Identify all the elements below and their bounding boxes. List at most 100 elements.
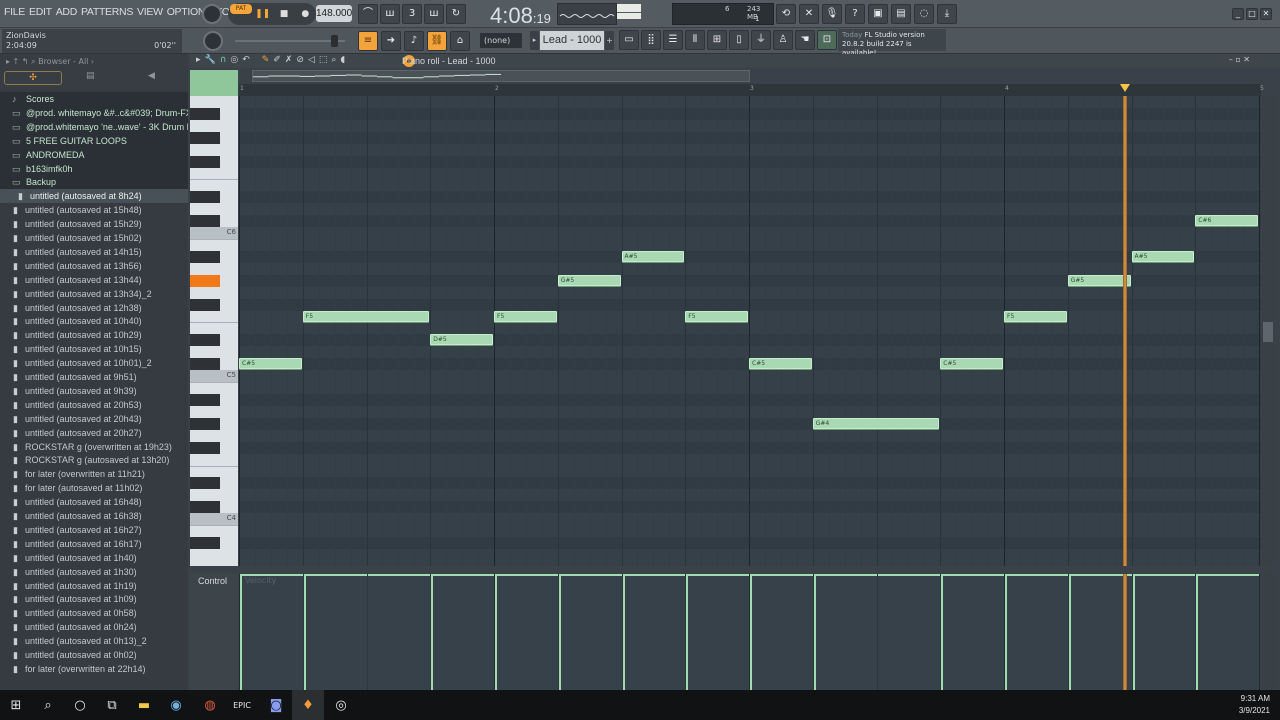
link-icon[interactable]: ⛓ bbox=[427, 31, 447, 51]
windows-start-icon[interactable]: ⊞ bbox=[0, 690, 32, 720]
chrome-icon[interactable]: ◍ bbox=[194, 690, 226, 720]
browser-file[interactable]: ▮ untitled (autosaved at 10h01)_2 bbox=[0, 356, 188, 370]
browser-folder[interactable]: ♪ Scores bbox=[0, 92, 188, 106]
browser-folder[interactable]: ▭ b163imfk0h bbox=[0, 161, 188, 176]
note[interactable]: F5 bbox=[685, 310, 748, 322]
piano-key-black[interactable] bbox=[190, 155, 220, 168]
cart-icon[interactable]: ⊡ bbox=[817, 30, 837, 50]
vertical-scroll-thumb[interactable] bbox=[1263, 322, 1273, 342]
undo-icon[interactable]: ↶ bbox=[242, 55, 250, 65]
mute-tool-icon[interactable]: ⊘ bbox=[296, 55, 304, 65]
playhead-marker[interactable] bbox=[1120, 84, 1131, 92]
browser-file[interactable]: ▮ untitled (autosaved at 1h09) bbox=[0, 592, 188, 606]
close-button[interactable]: ✕ bbox=[1260, 8, 1272, 20]
browser-file[interactable]: ▮ untitled (autosaved at 15h02) bbox=[0, 231, 188, 245]
pattern-selector[interactable]: (none) bbox=[480, 33, 522, 48]
playhead[interactable] bbox=[1123, 574, 1128, 690]
browser-file[interactable]: ▮ untitled (autosaved at 20h43) bbox=[0, 412, 188, 426]
browser-file[interactable]: ▮ untitled (autosaved at 15h29) bbox=[0, 217, 188, 231]
note[interactable]: F5 bbox=[302, 310, 430, 322]
menu-file[interactable]: FILE bbox=[4, 6, 25, 18]
browser-file[interactable]: ▮ untitled (autosaved at 20h27) bbox=[0, 426, 188, 440]
browser-file[interactable]: ▮ untitled (autosaved at 8h24) bbox=[0, 189, 188, 204]
piano-key-black[interactable] bbox=[190, 358, 220, 371]
note[interactable]: C#5 bbox=[749, 358, 812, 370]
wait-input-icon[interactable]: ш bbox=[380, 4, 400, 24]
project-icon[interactable]: ▯ bbox=[729, 30, 749, 50]
hat-icon[interactable]: ⌂ bbox=[450, 31, 470, 51]
browser-file[interactable]: ▮ untitled (autosaved at 0h13)_2 bbox=[0, 634, 188, 648]
piano-key-black[interactable] bbox=[190, 417, 220, 430]
playhead[interactable] bbox=[1123, 96, 1128, 566]
browser-file[interactable]: ▮ for later (autosaved at 11h02) bbox=[0, 481, 188, 495]
playback-tool-icon[interactable]: ◖ bbox=[340, 55, 345, 65]
next-channel-button[interactable]: + bbox=[605, 31, 614, 50]
fl-studio-icon[interactable]: ♦ bbox=[292, 690, 324, 720]
master-volume-knob[interactable] bbox=[202, 4, 222, 24]
browser-file[interactable]: ▮ for later (overwritten at 22h14) bbox=[0, 662, 188, 676]
menu-add[interactable]: ADD bbox=[56, 6, 78, 18]
browser-file[interactable]: ▮ untitled (autosaved at 13h56) bbox=[0, 259, 188, 273]
piano-key-black[interactable] bbox=[190, 250, 220, 263]
browser-file[interactable]: ▮ untitled (autosaved at 0h02) bbox=[0, 648, 188, 662]
menu-patterns[interactable]: PATTERNS bbox=[81, 6, 133, 18]
download-icon[interactable]: ⤓ bbox=[937, 4, 957, 24]
browser-folder[interactable]: ▭ @prod.whitemayo 'ne..wave' - 3K Drum Ki… bbox=[0, 119, 188, 134]
touch-controller-icon[interactable]: ☚ bbox=[795, 30, 815, 50]
system-clock[interactable]: 9:31 AM 3/9/2021 bbox=[1239, 693, 1270, 717]
pr-window-controls[interactable]: – ▫ ✕ bbox=[1229, 55, 1250, 64]
note[interactable]: C#6 bbox=[1195, 215, 1258, 227]
obs-icon[interactable]: ◎ bbox=[325, 690, 357, 720]
velocity-lane[interactable]: Velocity bbox=[239, 574, 1261, 690]
save-icon[interactable]: ▣ bbox=[868, 4, 888, 24]
control-label[interactable]: Control bbox=[198, 576, 227, 586]
zoom-tool-icon[interactable]: ⌕ bbox=[331, 55, 336, 65]
browser-file[interactable]: ▮ untitled (autosaved at 1h19) bbox=[0, 579, 188, 593]
menu-edit[interactable]: EDIT bbox=[29, 6, 52, 18]
piano-roll-icon[interactable]: ⣿ bbox=[641, 30, 661, 50]
browser-tab-speaker[interactable]: ◀ bbox=[148, 71, 155, 81]
note[interactable]: D#5 bbox=[430, 334, 493, 346]
note-grid[interactable]: C#5 F5 D#5 F5 G#5 A#5 F5 C#5 G#4 C#5 F5 G#5 A#5 C#6 bbox=[239, 96, 1261, 566]
cut-tool-icon[interactable]: ✕ bbox=[799, 4, 819, 24]
note[interactable]: C#5 bbox=[940, 358, 1003, 370]
delete-tool-icon[interactable]: ✗ bbox=[285, 55, 293, 65]
browser-file[interactable]: ▮ ROCKSTAR g (autosaved at 13h20) bbox=[0, 453, 188, 467]
browser-file[interactable]: ▮ untitled (autosaved at 10h15) bbox=[0, 342, 188, 356]
browser-file[interactable]: ▮ untitled (autosaved at 9h51) bbox=[0, 370, 188, 384]
browser-file[interactable]: ▮ untitled (autosaved at 1h30) bbox=[0, 565, 188, 579]
piano-key-black[interactable] bbox=[190, 274, 220, 287]
draw-tool-icon[interactable]: ✎ bbox=[262, 55, 270, 65]
piano-keyboard[interactable]: C4 C5 C6 bbox=[190, 96, 238, 566]
browser-folder[interactable]: ▭ ANDROMEDA bbox=[0, 147, 188, 162]
master-pitch-knob[interactable] bbox=[203, 31, 223, 51]
browser-file[interactable]: ▮ untitled (autosaved at 16h38) bbox=[0, 509, 188, 523]
typing-keyboard-icon[interactable]: ≡ bbox=[358, 31, 378, 51]
file-explorer-icon[interactable]: ▬ bbox=[128, 690, 160, 720]
piano-key-black[interactable] bbox=[190, 298, 220, 311]
browser-file[interactable]: ▮ untitled (autosaved at 0h24) bbox=[0, 620, 188, 634]
paint-tool-icon[interactable]: ✐ bbox=[273, 55, 281, 65]
browser-file[interactable]: ▮ untitled (autosaved at 0h58) bbox=[0, 606, 188, 620]
time-ruler[interactable]: 1 2 3 4 5 bbox=[239, 84, 1264, 96]
help-icon[interactable]: ? bbox=[845, 4, 865, 24]
note[interactable]: G#5 bbox=[557, 274, 621, 286]
magnet-icon[interactable]: ∩ bbox=[220, 55, 227, 65]
browser-file[interactable]: ▮ for later (overwritten at 11h21) bbox=[0, 467, 188, 481]
epic-games-icon[interactable]: EPIC bbox=[226, 690, 258, 720]
piano-key-black[interactable] bbox=[190, 131, 220, 144]
chat-icon[interactable]: ◌ bbox=[914, 4, 934, 24]
minimize-button[interactable]: _ bbox=[1232, 8, 1244, 20]
blend-notes-icon[interactable]: ♪ bbox=[404, 31, 424, 51]
note[interactable]: F5 bbox=[1004, 310, 1067, 322]
browser-folder[interactable]: ▭ @prod. whitemayo &#..c&#039; Drum-FX Ki… bbox=[0, 105, 188, 120]
piano-key-black[interactable] bbox=[190, 441, 220, 454]
slider-handle[interactable] bbox=[331, 35, 338, 47]
browser-file[interactable]: ▮ untitled (autosaved at 16h48) bbox=[0, 495, 188, 509]
browser-file[interactable]: ▮ untitled (autosaved at 12h38) bbox=[0, 301, 188, 315]
channel-rack-icon[interactable]: ☰ bbox=[663, 30, 683, 50]
note[interactable]: F5 bbox=[494, 310, 557, 322]
note[interactable]: C#5 bbox=[239, 358, 302, 370]
loop-record-icon[interactable]: ↻ bbox=[446, 4, 466, 24]
browser-file[interactable]: ▮ untitled (autosaved at 13h44) bbox=[0, 273, 188, 287]
